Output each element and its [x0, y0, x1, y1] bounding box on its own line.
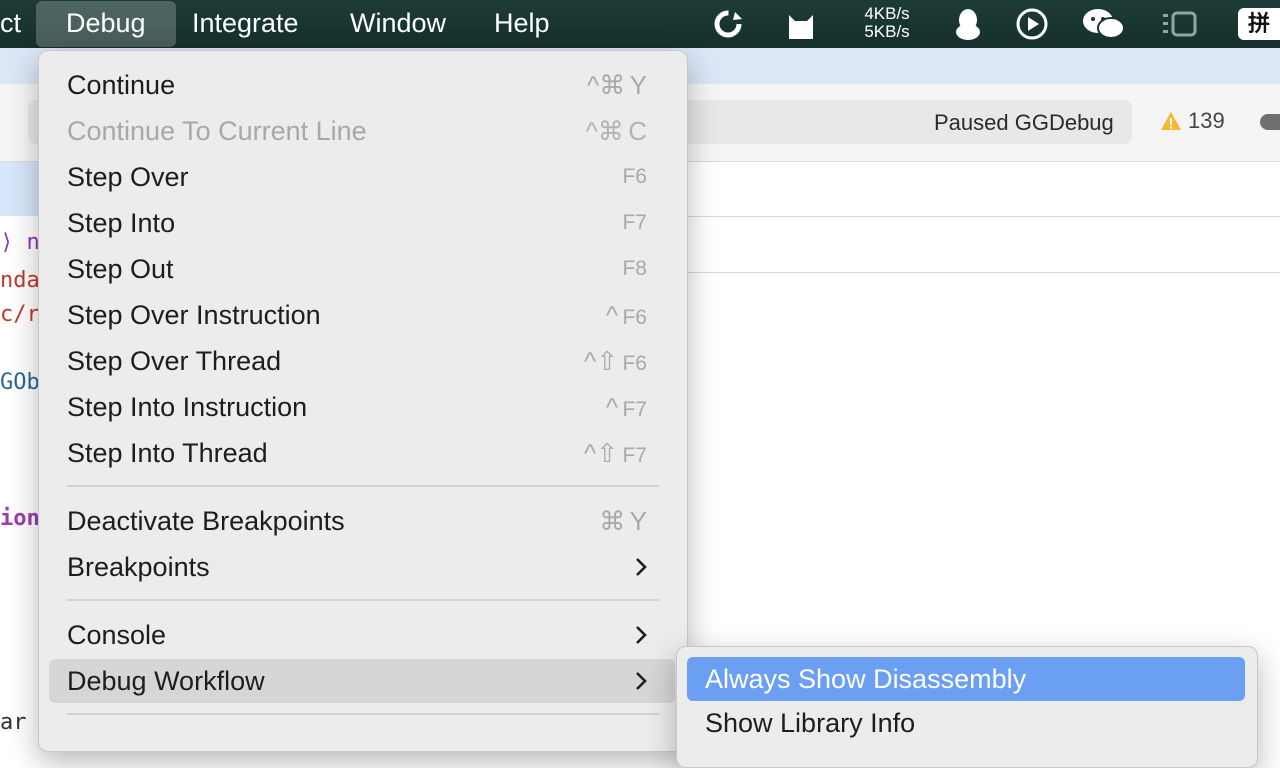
shortcut: ⌘ Y: [599, 499, 647, 548]
menu-item-step-over-instruction[interactable]: Step Over Instruction ^ F6: [49, 293, 675, 337]
shortcut-key: Y: [629, 70, 647, 100]
menu-item-label: Step Out: [67, 254, 174, 284]
chevron-right-icon: [636, 672, 647, 690]
menu-item-label: Debug Workflow: [67, 666, 265, 696]
shortcut-key: Y: [629, 506, 647, 536]
menu-item-step-into[interactable]: Step Into F7: [49, 201, 675, 245]
network-speed: 4KB/s 5KB/s: [846, 5, 928, 41]
menu-item-continue-to-current-line[interactable]: Continue To Current Line ^⌘ C: [49, 109, 675, 153]
menu-item-label: Breakpoints: [67, 552, 210, 582]
divider: [686, 272, 1280, 273]
shortcut: ^⌘ Y: [587, 63, 647, 112]
menu-item-label: Step Into: [67, 208, 176, 238]
submenu-item-always-show-disassembly[interactable]: Always Show Disassembly: [687, 657, 1245, 701]
menu-item-console[interactable]: Console: [49, 613, 675, 657]
debug-workflow-submenu: Always Show Disassembly Show Library Inf…: [676, 646, 1258, 768]
menu-item-debug-workflow[interactable]: Debug Workflow: [49, 659, 675, 703]
upload-speed: 4KB/s: [864, 4, 910, 23]
code-fragment: ar: [0, 710, 27, 735]
menu-item-label: Deactivate Breakpoints: [67, 506, 345, 536]
play-circle-icon[interactable]: [1014, 7, 1050, 41]
menu-separator: [67, 599, 659, 601]
shortcut: ^⌘ C: [586, 109, 647, 158]
menu-item-label: Step Over: [67, 162, 189, 192]
submenu-item-label: Always Show Disassembly: [705, 664, 1027, 694]
menu-window[interactable]: Window: [350, 0, 446, 48]
code-fragment: ion: [0, 506, 40, 531]
submenu-item-label: Show Library Info: [705, 708, 916, 738]
menu-item-label: Continue To Current Line: [67, 116, 367, 146]
cat-icon[interactable]: [782, 7, 820, 41]
input-method-indicator[interactable]: 拼: [1238, 8, 1280, 40]
submenu-item-show-library-info[interactable]: Show Library Info: [687, 701, 1245, 745]
code-fragment: nda: [0, 268, 40, 293]
menu-separator: [67, 485, 659, 487]
menu-integrate[interactable]: Integrate: [192, 0, 299, 48]
code-fragment: c/r: [0, 302, 40, 327]
shortcut-key: F8: [622, 257, 647, 280]
menu-item-continue[interactable]: Continue ^⌘ Y: [49, 63, 675, 107]
shortcut-key: F7: [622, 211, 647, 234]
shortcut: ^⇧ F7: [584, 431, 647, 480]
shortcut: F7: [622, 201, 647, 247]
menu-item-deactivate-breakpoints[interactable]: Deactivate Breakpoints ⌘ Y: [49, 499, 675, 543]
shortcut-key: F7: [622, 444, 647, 467]
shortcut-key: F6: [622, 306, 647, 329]
menu-separator: [67, 713, 659, 715]
menu-item-step-over[interactable]: Step Over F6: [49, 155, 675, 199]
debug-status-text: Paused GGDebug: [934, 110, 1114, 135]
menu-item-step-over-thread[interactable]: Step Over Thread ^⇧ F6: [49, 339, 675, 383]
menu-item-step-out[interactable]: Step Out F8: [49, 247, 675, 291]
menu-debug[interactable]: Debug: [36, 1, 176, 47]
menu-item-label: Step Over Instruction: [67, 300, 321, 330]
menu-bar: ct Debug Integrate Window Help 4KB/s 5KB…: [0, 0, 1280, 48]
warning-icon: [1161, 112, 1181, 130]
sidebar-toggle-icon[interactable]: [1158, 7, 1200, 41]
menu-item-label: Continue: [67, 70, 176, 100]
menu-item-breakpoints[interactable]: Breakpoints: [49, 545, 675, 589]
menu-item-label: Console: [67, 620, 167, 650]
download-speed: 5KB/s: [864, 22, 910, 41]
qq-penguin-icon[interactable]: [950, 7, 986, 41]
shortcut-modifiers: ^: [605, 300, 619, 330]
shortcut-key: C: [628, 116, 647, 146]
chevron-right-icon: [636, 558, 647, 576]
shortcut-modifiers: ^⌘: [585, 116, 624, 146]
current-line-highlight: [0, 162, 40, 216]
shortcut-key: F6: [622, 165, 647, 188]
warning-indicator[interactable]: 139: [1160, 108, 1225, 134]
menu-item-label: Step Into Thread: [67, 438, 268, 468]
shortcut-modifiers: ^⇧: [584, 346, 619, 376]
shortcut: ^ F7: [606, 385, 647, 434]
shortcut: F8: [622, 247, 647, 293]
shortcut-modifiers: ^⌘: [587, 70, 626, 100]
menu-item-label: Step Into Instruction: [67, 392, 308, 422]
shortcut-modifiers: ^: [605, 392, 619, 422]
shortcut: F6: [622, 155, 647, 201]
shortcut: ^ F6: [606, 293, 647, 342]
menu-item-step-into-instruction[interactable]: Step Into Instruction ^ F7: [49, 385, 675, 429]
menu-item-label: Step Over Thread: [67, 346, 282, 376]
debug-menu: Continue ^⌘ Y Continue To Current Line ^…: [38, 50, 688, 752]
shortcut: ^⇧ F6: [584, 339, 647, 388]
shortcut-modifiers: ^⇧: [584, 438, 619, 468]
menu-item-step-into-thread[interactable]: Step Into Thread ^⇧ F7: [49, 431, 675, 475]
code-fragment: ⟩ n: [0, 230, 40, 255]
divider: [686, 216, 1280, 217]
menu-project[interactable]: ct: [0, 0, 21, 48]
warning-count: 139: [1188, 108, 1225, 133]
sync-icon[interactable]: [710, 7, 746, 41]
shortcut-modifiers: ⌘: [599, 506, 626, 536]
wechat-icon[interactable]: [1080, 7, 1128, 41]
shortcut-key: F7: [622, 398, 647, 421]
cloud-icon: [1260, 114, 1280, 130]
chevron-right-icon: [636, 626, 647, 644]
code-fragment: GOb: [0, 370, 40, 395]
menu-help[interactable]: Help: [494, 0, 550, 48]
shortcut-key: F6: [622, 352, 647, 375]
